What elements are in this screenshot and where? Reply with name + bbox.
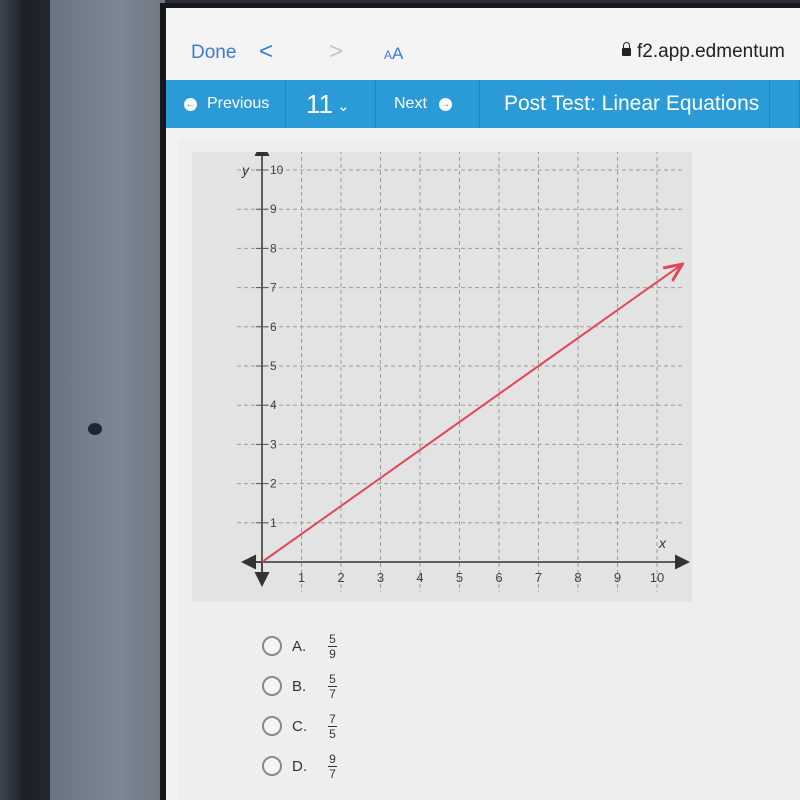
choice-c[interactable]: C. 75: [262, 706, 337, 746]
navbar-extra: [770, 80, 800, 128]
browser-toolbar: Done < > AA f2.app.edmentum: [166, 8, 800, 80]
radio-a[interactable]: [262, 636, 282, 656]
camera-icon: [88, 423, 102, 435]
lock-icon: [622, 42, 631, 56]
choice-a[interactable]: A. 59: [262, 626, 337, 666]
arrow-right-circle-icon: →: [438, 97, 452, 111]
arrow-left-circle-icon: ←: [184, 97, 197, 111]
y-axis-label: y: [241, 162, 250, 178]
x-tick-label: 8: [574, 570, 581, 585]
numerator: 5: [329, 671, 336, 686]
denominator: 9: [329, 646, 336, 661]
x-tick-label: 6: [495, 570, 502, 585]
numerator: 9: [329, 751, 336, 766]
x-tick-label: 10: [650, 570, 664, 585]
y-tick-label: 9: [270, 202, 277, 216]
question-number: 11: [306, 88, 333, 119]
text-size-button[interactable]: AA: [384, 44, 403, 64]
choice-letter: D.: [292, 757, 307, 775]
question-number-dropdown[interactable]: 11 ⌄: [286, 80, 376, 128]
y-tick-label: 8: [270, 241, 277, 255]
choice-b[interactable]: B. 57: [262, 666, 337, 706]
x-tick-label: 7: [535, 570, 542, 585]
x-tick-label: 9: [614, 570, 621, 585]
previous-label: Previous: [207, 95, 270, 112]
y-tick-label: 1: [270, 516, 277, 530]
address-bar[interactable]: f2.app.edmentum: [622, 41, 785, 63]
back-button[interactable]: <: [259, 38, 273, 66]
y-tick-label: 4: [270, 398, 277, 412]
y-tick-label: 6: [270, 320, 277, 334]
numerator: 7: [329, 711, 336, 726]
choice-d[interactable]: D. 97: [262, 746, 337, 786]
next-button[interactable]: Next →: [376, 80, 480, 128]
x-tick-label: 1: [298, 570, 305, 585]
y-tick-label: 7: [270, 281, 277, 295]
choice-letter: B.: [292, 677, 307, 695]
device-frame: [50, 0, 165, 800]
x-tick-label: 4: [416, 570, 423, 585]
y-tick-label: 10: [270, 163, 284, 177]
fraction: 97: [328, 753, 337, 780]
screen: Done < > AA f2.app.edmentum ← Previous 1…: [166, 8, 800, 800]
y-tick-label: 2: [270, 477, 277, 491]
y-tick-label: 3: [270, 437, 277, 451]
chevron-down-icon: ⌄: [337, 98, 350, 115]
next-label: Next: [394, 95, 427, 112]
x-tick-label: 2: [337, 570, 344, 585]
done-button[interactable]: Done: [191, 42, 236, 64]
fraction: 75: [328, 713, 337, 740]
radio-b[interactable]: [262, 676, 282, 696]
test-title: Post Test: Linear Equations: [480, 80, 770, 128]
x-axis-label: x: [658, 535, 667, 551]
numerator: 5: [329, 631, 336, 646]
url-text: f2.app.edmentum: [637, 41, 785, 62]
y-tick-label: 5: [270, 359, 277, 373]
graph-svg: 1 2 3 4 5 6 7 8 9 10 1 2 3 4 5 6 7 8 9 10 x y: [237, 141, 690, 592]
fraction: 57: [328, 673, 337, 700]
fraction: 59: [328, 633, 337, 660]
denominator: 5: [329, 726, 336, 741]
radio-c[interactable]: [262, 716, 282, 736]
denominator: 7: [329, 766, 336, 781]
text-size-large-glyph: A: [392, 44, 404, 63]
text-size-small-glyph: A: [384, 48, 393, 62]
x-tick-label: 3: [377, 570, 384, 585]
choice-letter: A.: [292, 637, 307, 655]
test-navbar: ← Previous 11 ⌄ Next → Post Test: Linear…: [166, 80, 800, 128]
denominator: 7: [329, 686, 336, 701]
graph: 1 2 3 4 5 6 7 8 9 10 1 2 3 4 5 6 7 8 9 10 x y: [192, 141, 692, 602]
x-tick-label: 5: [456, 570, 463, 585]
choice-letter: C.: [292, 717, 307, 735]
forward-button[interactable]: >: [329, 38, 343, 66]
question-content: 1 2 3 4 5 6 7 8 9 10 1 2 3 4 5 6 7 8 9 10 x y A. 59 B. 57 C. …: [178, 138, 800, 800]
previous-button[interactable]: ← Previous: [166, 80, 286, 128]
answer-choices: A. 59 B. 57 C. 75 D. 97: [262, 626, 337, 786]
radio-d[interactable]: [262, 756, 282, 776]
